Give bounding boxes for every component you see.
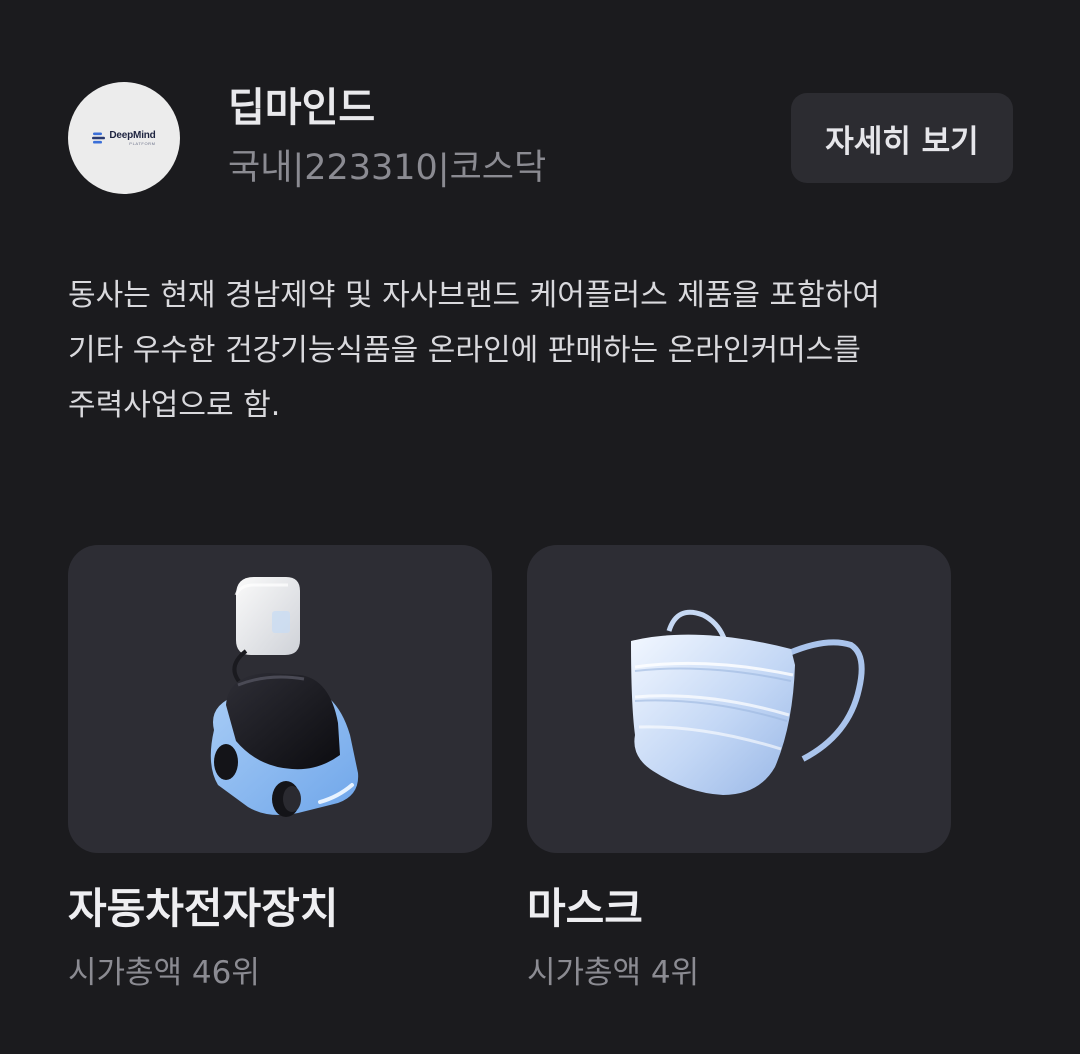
company-logo: DeepMind PLATFORM xyxy=(68,82,180,194)
detail-button[interactable]: 자세히 보기 xyxy=(791,93,1013,183)
company-header: DeepMind PLATFORM 딥마인드 국내|223310|코스닥 자세히… xyxy=(68,82,1014,194)
company-name: 딥마인드 xyxy=(228,85,376,131)
theme-card-rank: 시가총액 4위 xyxy=(527,955,700,991)
theme-card-title: 자동차전자장치 xyxy=(68,884,339,933)
logo-subtext: PLATFORM xyxy=(129,140,156,146)
electric-car-icon xyxy=(210,577,359,817)
theme-card-rank: 시가총액 46위 xyxy=(68,955,260,991)
company-meta: 국내|223310|코스닥 xyxy=(228,148,547,188)
theme-card[interactable]: 마스크 시가총액 4위 xyxy=(527,545,951,1005)
theme-card-image xyxy=(527,545,951,853)
theme-card-image xyxy=(68,545,492,853)
face-mask-icon xyxy=(631,609,865,795)
theme-card[interactable]: 자동차전자장치 시가총액 46위 xyxy=(68,545,492,1005)
logo-name: DeepMind xyxy=(109,129,156,141)
company-description: 동사는 현재 경남제약 및 자사브랜드 케어플러스 제품을 포함하여 기타 우수… xyxy=(68,278,880,423)
deepmind-logo-icon xyxy=(92,132,106,144)
theme-card-title: 마스크 xyxy=(527,884,643,933)
